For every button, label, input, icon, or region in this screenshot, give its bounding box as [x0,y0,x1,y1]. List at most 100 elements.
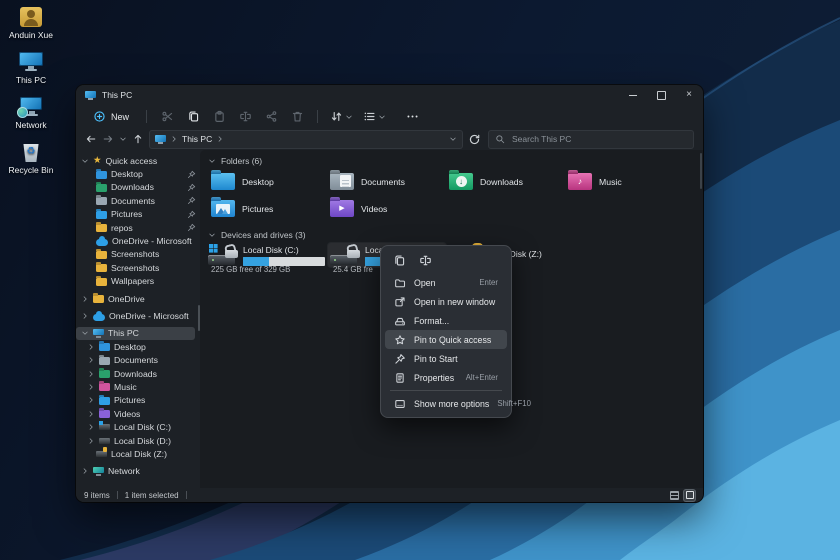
menu-item-open-new-window[interactable]: Open in new window [385,292,507,311]
chevron-right-icon[interactable] [87,410,95,418]
drives-section-header[interactable]: Devices and drives (3) [208,228,703,241]
sidebar-item-desktop[interactable]: Desktop [76,167,200,180]
sidebar-item-pc-documents[interactable]: Documents [76,353,200,366]
up-button[interactable] [132,133,144,145]
folder-tile-downloads[interactable]: ↓ Downloads [444,168,563,195]
folder-tile-music[interactable]: ♪ Music [563,168,682,195]
desktop-icon-user-folder[interactable]: Anduin Xue [2,1,60,40]
desktop-icon-recycle-bin[interactable]: ♻ Recycle Bin [2,136,60,175]
title-bar[interactable]: This PC × [76,85,703,105]
search-input[interactable] [510,133,687,145]
sidebar-item-network[interactable]: Network [76,465,200,478]
rename-button[interactable] [414,252,436,269]
sidebar-item-pc-pictures[interactable]: Pictures [76,394,200,407]
menu-item-show-more-options[interactable]: Show more options Shift+F10 [385,394,531,413]
sidebar-item-onedrive-microsoft-root[interactable]: OneDrive - Microsoft [76,309,200,322]
sidebar-item-screenshots-2[interactable]: Screenshots [76,261,200,274]
share-button[interactable] [259,108,283,125]
maximize-button[interactable] [647,85,675,105]
sidebar-item-pc-videos[interactable]: Videos [76,407,200,420]
chevron-right-icon[interactable] [87,423,95,431]
chevron-right-icon [216,135,224,143]
properties-document-icon [394,372,406,384]
chevron-right-icon[interactable] [81,295,89,303]
sidebar-item-wallpapers[interactable]: Wallpapers [76,275,200,288]
sidebar-item-repos[interactable]: repos [76,221,200,234]
chevron-right-icon[interactable] [81,312,89,320]
chevron-down-icon [345,113,353,121]
chevron-right-icon[interactable] [87,370,95,378]
sidebar-item-downloads[interactable]: Downloads [76,181,200,194]
chevron-right-icon[interactable] [87,383,95,391]
folder-tile-desktop[interactable]: Desktop [206,168,325,195]
menu-item-open[interactable]: Open Enter [385,273,507,292]
sidebar-item-quick-access[interactable]: ★ Quick access [76,154,200,167]
breadcrumb[interactable]: This PC [149,129,463,149]
desktop-icon-this-pc[interactable]: This PC [2,46,60,85]
sidebar-item-local-disk-z[interactable]: Local Disk (Z:) [76,446,200,460]
recent-locations-button[interactable] [119,135,127,143]
sidebar-item-onedrive[interactable]: OneDrive [76,292,200,305]
copy-button[interactable] [388,252,410,269]
menu-item-pin-to-start[interactable]: Pin to Start [385,349,507,368]
recycle-bin-icon: ♻ [23,144,39,162]
content-scrollbar[interactable] [699,153,702,189]
sidebar-item-onedrive-microsoft[interactable]: OneDrive - Microsoft [76,234,200,247]
search-box[interactable] [488,129,694,149]
folder-icon [394,277,406,289]
minimize-button[interactable] [619,85,647,105]
cut-button[interactable] [155,108,179,125]
folders-section-header[interactable]: Folders (6) [208,154,703,167]
new-button[interactable]: New [86,108,138,125]
large-icons-view-button[interactable] [684,489,695,501]
details-view-button[interactable] [669,490,680,501]
desktop-folder-icon [211,173,235,190]
free-space-label: 225 GB free of 329 GB [211,265,291,274]
breadcrumb-root[interactable]: This PC [182,134,212,144]
menu-item-properties[interactable]: Properties Alt+Enter [385,368,507,387]
chevron-down-icon[interactable] [81,157,89,165]
close-button[interactable]: × [675,85,703,105]
chevron-down-icon[interactable] [208,231,216,239]
pin-icon [187,210,196,219]
sidebar-item-pc-desktop[interactable]: Desktop [76,340,200,353]
chevron-right-icon[interactable] [87,356,95,364]
sidebar-item-local-disk-d[interactable]: Local Disk (D:) [76,434,200,447]
chevron-right-icon[interactable] [87,343,95,351]
address-dropdown-button[interactable] [449,135,457,143]
paste-button[interactable] [207,108,231,125]
drive-c-icon [208,243,239,266]
sidebar-item-this-pc[interactable]: This PC [76,326,195,341]
sidebar-item-documents[interactable]: Documents [76,194,200,207]
sidebar-item-local-disk-c[interactable]: Local Disk (C:) [76,420,200,433]
chevron-right-icon[interactable] [87,437,95,445]
rename-button[interactable] [233,108,257,125]
see-more-button[interactable] [400,108,424,125]
sidebar-item-screenshots[interactable]: Screenshots [76,248,200,261]
menu-separator [390,390,502,391]
folder-tile-videos[interactable]: ▶ Videos [325,195,444,222]
menu-item-pin-to-quick-access[interactable]: Pin to Quick access [385,330,507,349]
delete-button[interactable] [285,108,309,125]
sort-button[interactable] [326,108,357,125]
sidebar-item-pc-music[interactable]: Music [76,380,200,393]
sidebar-item-pictures[interactable]: Pictures [76,208,200,221]
view-button[interactable] [359,108,390,125]
folder-tile-pictures[interactable]: Pictures [206,195,325,222]
chevron-right-icon[interactable] [81,467,89,475]
menu-item-format[interactable]: Format... [385,311,507,330]
folder-tile-documents[interactable]: Documents [325,168,444,195]
refresh-button[interactable] [468,133,481,146]
back-button[interactable] [85,133,97,145]
forward-button[interactable] [102,133,114,145]
folder-icon [96,277,107,286]
folder-icon [96,224,107,233]
chevron-down-icon[interactable] [81,329,89,337]
copy-button[interactable] [181,108,205,125]
chevron-right-icon[interactable] [87,396,95,404]
sidebar-item-pc-downloads[interactable]: Downloads [76,367,200,380]
chevron-down-icon[interactable] [208,157,216,165]
rename-icon [239,110,252,123]
drive-tile-c[interactable]: Local Disk (C:) 225 GB free of 329 GB [206,243,328,274]
desktop-icon-network[interactable]: Network [2,91,60,130]
